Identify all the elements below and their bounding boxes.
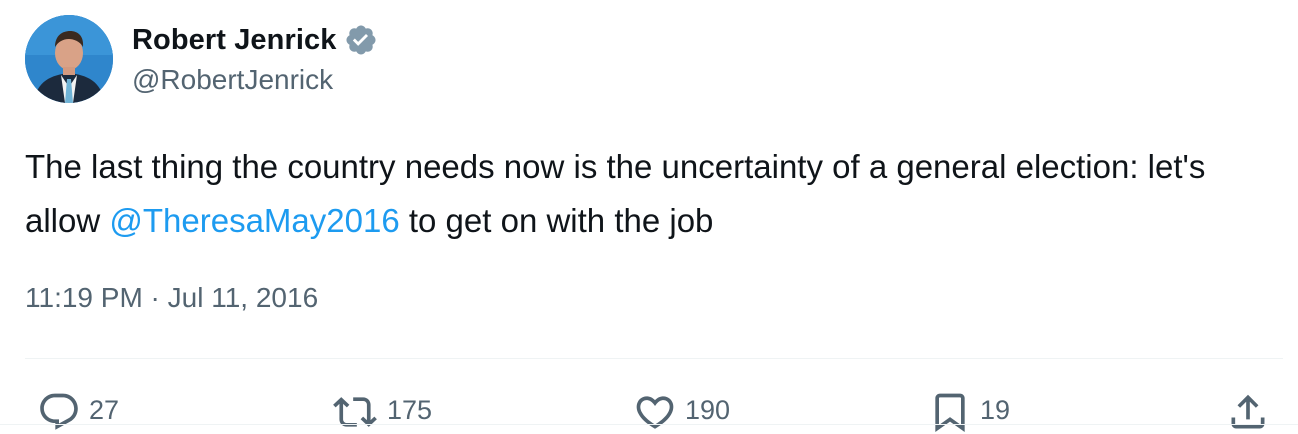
retweet-icon <box>331 390 379 434</box>
avatar-image <box>25 15 113 103</box>
like-button[interactable]: 190 <box>633 390 730 434</box>
divider <box>25 358 1283 359</box>
bottom-divider <box>0 424 1298 425</box>
tweet-timestamp[interactable]: 11:19 PM · Jul 11, 2016 <box>25 282 318 314</box>
author-name[interactable]: Robert Jenrick <box>132 24 336 57</box>
verified-badge-icon <box>344 23 378 57</box>
share-icon <box>1226 390 1270 434</box>
retweet-button[interactable]: 175 <box>331 390 432 434</box>
bookmark-icon <box>928 390 972 434</box>
author-handle[interactable]: @RobertJenrick <box>132 64 333 96</box>
mention-link[interactable]: @TheresaMay2016 <box>109 202 399 239</box>
tweet-text-after: to get on with the job <box>399 202 714 239</box>
heart-icon <box>633 390 677 434</box>
tweet-text: The last thing the country needs now is … <box>25 140 1265 248</box>
reply-button[interactable]: 27 <box>37 390 119 434</box>
bookmark-button[interactable]: 19 <box>928 390 1010 434</box>
avatar[interactable] <box>25 15 113 103</box>
share-button[interactable] <box>1226 390 1270 434</box>
reply-icon <box>37 390 81 434</box>
